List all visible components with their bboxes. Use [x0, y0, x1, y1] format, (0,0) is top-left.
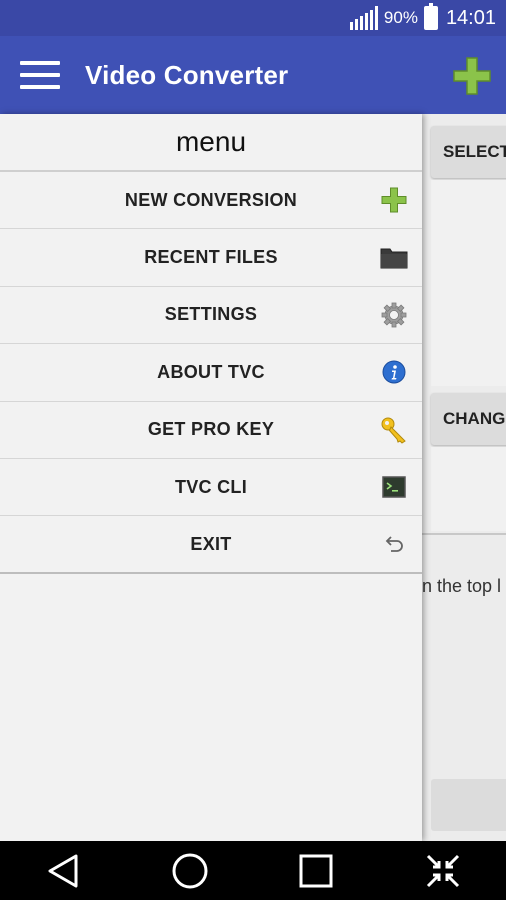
plus-icon [380, 186, 408, 214]
menu-item-about[interactable]: ABOUT TVC [0, 344, 422, 402]
system-nav-bar [0, 841, 506, 900]
drawer-title: menu [0, 114, 422, 172]
menu-item-label: SETTINGS [164, 304, 258, 325]
battery-icon [423, 3, 438, 30]
select-button[interactable]: SELECT [431, 126, 506, 178]
menu-item-new-conversion[interactable]: NEW CONVERSION [0, 172, 422, 230]
menu-item-label: TVC CLI [174, 476, 248, 497]
gear-icon [380, 301, 408, 329]
menu-item-label: NEW CONVERSION [124, 189, 298, 210]
app-bar: Video Converter [0, 36, 506, 114]
navigation-drawer: menu NEW CONVERSION RECENT FILES SETTING… [0, 114, 422, 841]
menu-item-get-pro-key[interactable]: GET PRO KEY [0, 402, 422, 459]
add-conversion-button[interactable] [452, 56, 492, 96]
folder-icon [380, 244, 408, 272]
key-icon [380, 416, 408, 444]
hint-text: n the top l [422, 576, 502, 596]
divider [422, 533, 506, 535]
menu-item-tvc-cli[interactable]: TVC CLI [0, 459, 422, 517]
convert-button[interactable] [431, 779, 506, 831]
terminal-icon [380, 473, 408, 501]
clock: 14:01 [445, 6, 496, 29]
menu-item-label: GET PRO KEY [147, 419, 275, 440]
main-content: SELECT CHANG n the top l [422, 114, 506, 841]
recent-apps-icon[interactable] [291, 846, 341, 896]
menu-item-recent-files[interactable]: RECENT FILES [0, 229, 422, 287]
options-panel [431, 447, 506, 531]
menu-item-label: RECENT FILES [144, 247, 278, 268]
hamburger-icon[interactable] [20, 61, 60, 89]
menu-item-label: ABOUT TVC [157, 361, 265, 382]
menu-item-label: EXIT [190, 533, 232, 554]
menu-item-settings[interactable]: SETTINGS [0, 287, 422, 345]
back-arrow-icon [380, 530, 408, 558]
change-button[interactable]: CHANG [431, 393, 506, 445]
collapse-icon[interactable] [418, 846, 468, 896]
app-title: Video Converter [85, 59, 289, 90]
menu-item-exit[interactable]: EXIT [0, 516, 422, 574]
signal-icon [349, 6, 378, 30]
battery-percent: 90% [383, 8, 418, 27]
video-preview-panel [431, 180, 506, 386]
info-icon [380, 358, 408, 386]
home-icon[interactable] [165, 846, 215, 896]
back-icon[interactable] [38, 846, 88, 896]
status-bar: 90% 14:01 [0, 0, 506, 36]
